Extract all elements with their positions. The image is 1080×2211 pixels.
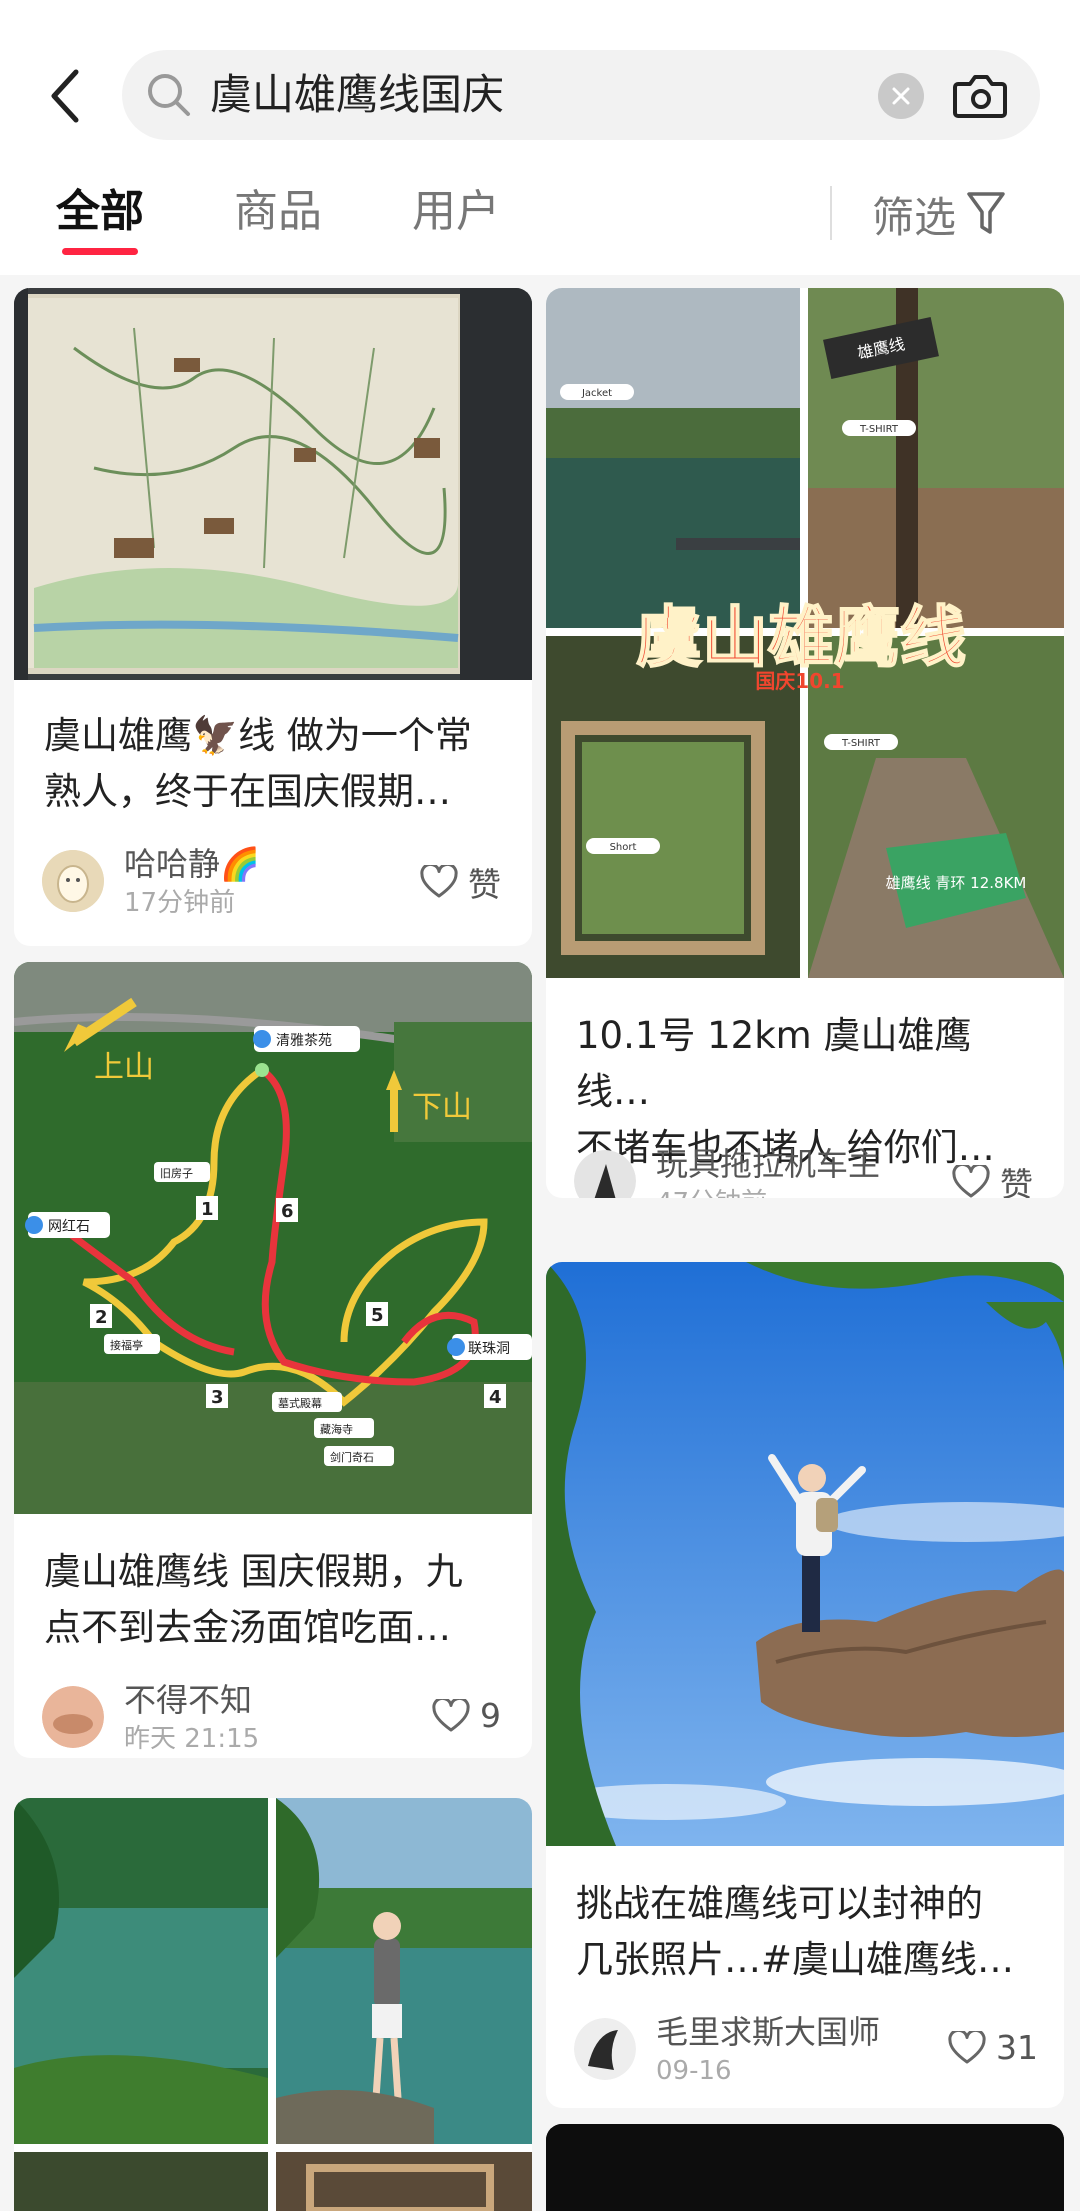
author-name[interactable]: 不得不知 — [124, 1680, 252, 1720]
post-image — [14, 1798, 532, 2211]
like-count: 赞 — [468, 865, 501, 904]
photo-tag: Short — [610, 842, 637, 853]
post-image — [546, 2124, 1064, 2211]
post-title: 挑战在雄鹰线可以封神的 几张照片…#虞山雄鹰线… — [576, 1882, 1015, 1981]
map-pin: 藏海寺 — [320, 1422, 353, 1436]
map-number: 3 — [211, 1387, 224, 1408]
tab-all[interactable]: 全部 — [56, 184, 144, 240]
like-button[interactable]: 赞 — [420, 858, 501, 906]
like-count: 赞 — [1000, 1165, 1033, 1198]
post-image: 上山 下山 清雅茶苑 网红石 联珠洞 旧房子 接福亭 墓式殿幕 藏海寺 剑门奇石 — [14, 962, 532, 1514]
map-label: 下山 — [412, 1090, 472, 1125]
avatar[interactable] — [42, 1686, 104, 1748]
map-label: 上山 — [94, 1050, 154, 1085]
tab-products[interactable]: 商品 — [234, 184, 322, 240]
heart-icon — [432, 1698, 470, 1731]
search-icon — [148, 74, 190, 116]
avatar-image — [574, 2018, 636, 2080]
post-image — [14, 288, 532, 680]
like-count: 9 — [480, 1696, 501, 1735]
author-name[interactable]: 玩具拖拉机车主 — [656, 1144, 880, 1184]
author-name[interactable]: 毛里求斯大国师 — [656, 2012, 880, 2052]
post-card[interactable] — [14, 1798, 532, 2211]
post-title: 虞山雄鹰🦅线 做为一个常 熟人，终于在国庆假期… — [44, 714, 472, 813]
top-bar: 虞山雄鹰线国庆 全部 商品 用户 筛选 — [0, 0, 1080, 275]
filter-label: 筛选 — [872, 192, 957, 242]
map-number: 4 — [489, 1387, 502, 1408]
photo-tag: T-SHIRT — [841, 738, 881, 749]
camera-button[interactable] — [950, 66, 1010, 124]
tab-active-indicator — [62, 248, 138, 255]
post-time: 昨天 21:15 — [124, 1724, 260, 1754]
close-icon — [892, 87, 910, 105]
photo-tag: T-SHIRT — [859, 424, 899, 435]
avatar-image — [42, 850, 104, 912]
avatar[interactable] — [42, 850, 104, 912]
map-pin: 旧房子 — [160, 1167, 193, 1180]
like-button[interactable]: 31 — [948, 2028, 1038, 2067]
divider — [830, 186, 832, 240]
map-pin: 网红石 — [48, 1219, 90, 1235]
map-pin: 清雅茶苑 — [276, 1033, 332, 1049]
clear-button[interactable] — [878, 73, 924, 119]
chevron-left-icon — [51, 69, 79, 123]
map-pin: 墓式殿幕 — [278, 1396, 322, 1410]
like-count: 31 — [996, 2028, 1038, 2067]
post-card[interactable] — [546, 2124, 1064, 2211]
post-title: 虞山雄鹰线 国庆假期，九 点不到去金汤面馆吃面… — [44, 1550, 463, 1649]
heart-icon — [420, 865, 458, 898]
post-image: Jacket 雄鹰线 T-SHIRT Short 雄鹰线 青环 12.8KM T… — [546, 288, 1064, 978]
filter-button[interactable]: 筛选 — [872, 184, 1006, 244]
post-card[interactable]: 挑战在雄鹰线可以封神的 几张照片…#虞山雄鹰线… 毛里求斯大国师 09-16 3… — [546, 1262, 1064, 2108]
like-button[interactable]: 赞 — [952, 1158, 1033, 1198]
post-card[interactable]: 虞山雄鹰🦅线 做为一个常 熟人，终于在国庆假期… 哈哈静🌈 17分钟前 赞 — [14, 288, 532, 946]
heart-icon — [948, 2030, 986, 2063]
heart-icon — [952, 1165, 990, 1198]
map-pin: 接福亭 — [110, 1338, 143, 1352]
post-time: 09-16 — [656, 2056, 732, 2086]
post-time: 47分钟前 — [656, 1186, 767, 1198]
photo-headline: 虞山雄鹰线 — [636, 599, 966, 676]
like-button[interactable]: 9 — [432, 1696, 501, 1735]
author-name[interactable]: 哈哈静🌈 — [124, 844, 260, 884]
photo-tag: 雄鹰线 青环 12.8KM — [886, 874, 1027, 892]
avatar[interactable] — [574, 2018, 636, 2080]
map-number: 1 — [201, 1199, 214, 1220]
photo-subheadline: 国庆10.1 — [755, 669, 844, 693]
search-query: 虞山雄鹰线国庆 — [210, 70, 505, 119]
back-button[interactable] — [40, 58, 90, 134]
search-input[interactable]: 虞山雄鹰线国庆 — [122, 50, 1040, 140]
post-card[interactable]: 上山 下山 清雅茶苑 网红石 联珠洞 旧房子 接福亭 墓式殿幕 藏海寺 剑门奇石 — [14, 962, 532, 1758]
post-image — [546, 1262, 1064, 1846]
map-number: 5 — [371, 1305, 384, 1326]
map-number: 2 — [95, 1307, 108, 1328]
map-pin: 联珠洞 — [468, 1341, 510, 1357]
funnel-icon — [967, 192, 1005, 234]
map-number: 6 — [281, 1201, 294, 1222]
camera-icon — [953, 75, 1007, 118]
photo-tag: Jacket — [581, 388, 612, 399]
post-time: 17分钟前 — [124, 888, 236, 918]
tab-users[interactable]: 用户 — [412, 184, 500, 240]
avatar-image — [42, 1686, 104, 1748]
map-pin: 剑门奇石 — [330, 1450, 374, 1464]
post-card[interactable]: Jacket 雄鹰线 T-SHIRT Short 雄鹰线 青环 12.8KM T… — [546, 288, 1064, 1198]
